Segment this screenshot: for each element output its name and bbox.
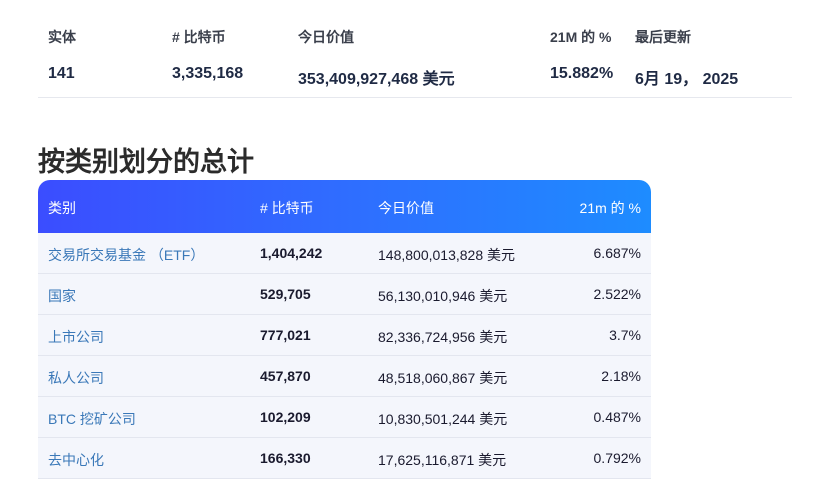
btc-cell: 457,870 <box>260 368 311 384</box>
value-cell: 148,800,013,828 美元 <box>378 247 515 263</box>
value-cell: 48,518,060,867 美元 <box>378 370 508 386</box>
column-header-btc[interactable]: # 比特币 <box>260 198 314 218</box>
table-row: BTC 挖矿公司 102,209 10,830,501,244 美元 0.487… <box>38 397 651 438</box>
summary-header-btc: # 比特币 <box>172 29 226 45</box>
table-header: 类别 # 比特币 今日价值 21m 的 % <box>38 180 651 233</box>
category-table: 类别 # 比特币 今日价值 21m 的 % 交易所交易基金 （ETF） 1,40… <box>38 180 651 479</box>
pct-cell: 0.792% <box>593 450 641 466</box>
table-row: 上市公司 777,021 82,336,724,956 美元 3.7% <box>38 315 651 356</box>
btc-cell: 166,330 <box>260 450 311 466</box>
btc-cell: 529,705 <box>260 286 311 302</box>
summary-value-pct-21m: 15.882% <box>550 65 614 82</box>
category-link[interactable]: 去中心化 <box>48 450 104 470</box>
category-link[interactable]: 国家 <box>48 286 76 306</box>
summary-header-last-updated: 最后更新 <box>635 29 691 45</box>
table-row: 去中心化 166,330 17,625,116,871 美元 0.792% <box>38 438 651 479</box>
value-cell: 17,625,116,871 美元 <box>378 452 507 468</box>
category-link[interactable]: 交易所交易基金 （ETF） <box>48 245 204 265</box>
pct-cell: 6.687% <box>593 245 641 261</box>
summary-header-pct-21m: 21M 的 % <box>550 29 612 45</box>
btc-cell: 1,404,242 <box>260 245 323 261</box>
table-row: 国家 529,705 56,130,010,946 美元 2.522% <box>38 274 651 315</box>
summary-value-last-updated: 6月 19， 2025 <box>635 71 739 88</box>
value-cell: 82,336,724,956 美元 <box>378 329 508 345</box>
summary-value-btc: 3,335,168 <box>172 65 244 82</box>
column-header-category[interactable]: 类别 <box>48 198 76 218</box>
pct-cell: 3.7% <box>609 327 641 343</box>
category-link[interactable]: 上市公司 <box>48 327 104 347</box>
category-link[interactable]: BTC 挖矿公司 <box>48 409 136 429</box>
column-header-value-today[interactable]: 今日价值 <box>378 198 434 218</box>
summary-value-entities: 141 <box>48 65 75 82</box>
value-cell: 56,130,010,946 美元 <box>378 288 508 304</box>
summary-panel: 实体 # 比特币 今日价值 21M 的 % 最后更新 141 3,335,168… <box>38 0 792 98</box>
section-title: 按类别划分的总计 <box>38 147 254 177</box>
column-header-pct-21m[interactable]: 21m 的 % <box>580 198 641 218</box>
category-link[interactable]: 私人公司 <box>48 368 104 388</box>
btc-cell: 777,021 <box>260 327 311 343</box>
summary-header-entities: 实体 <box>48 29 76 45</box>
pct-cell: 2.522% <box>593 286 641 302</box>
summary-value-value-today: 353,409,927,468 美元 <box>298 71 455 88</box>
table-row: 私人公司 457,870 48,518,060,867 美元 2.18% <box>38 356 651 397</box>
table-row: 交易所交易基金 （ETF） 1,404,242 148,800,013,828 … <box>38 233 651 274</box>
value-cell: 10,830,501,244 美元 <box>378 411 508 427</box>
summary-header-value-today: 今日价值 <box>298 29 354 45</box>
btc-cell: 102,209 <box>260 409 311 425</box>
pct-cell: 0.487% <box>593 409 641 425</box>
pct-cell: 2.18% <box>601 368 641 384</box>
